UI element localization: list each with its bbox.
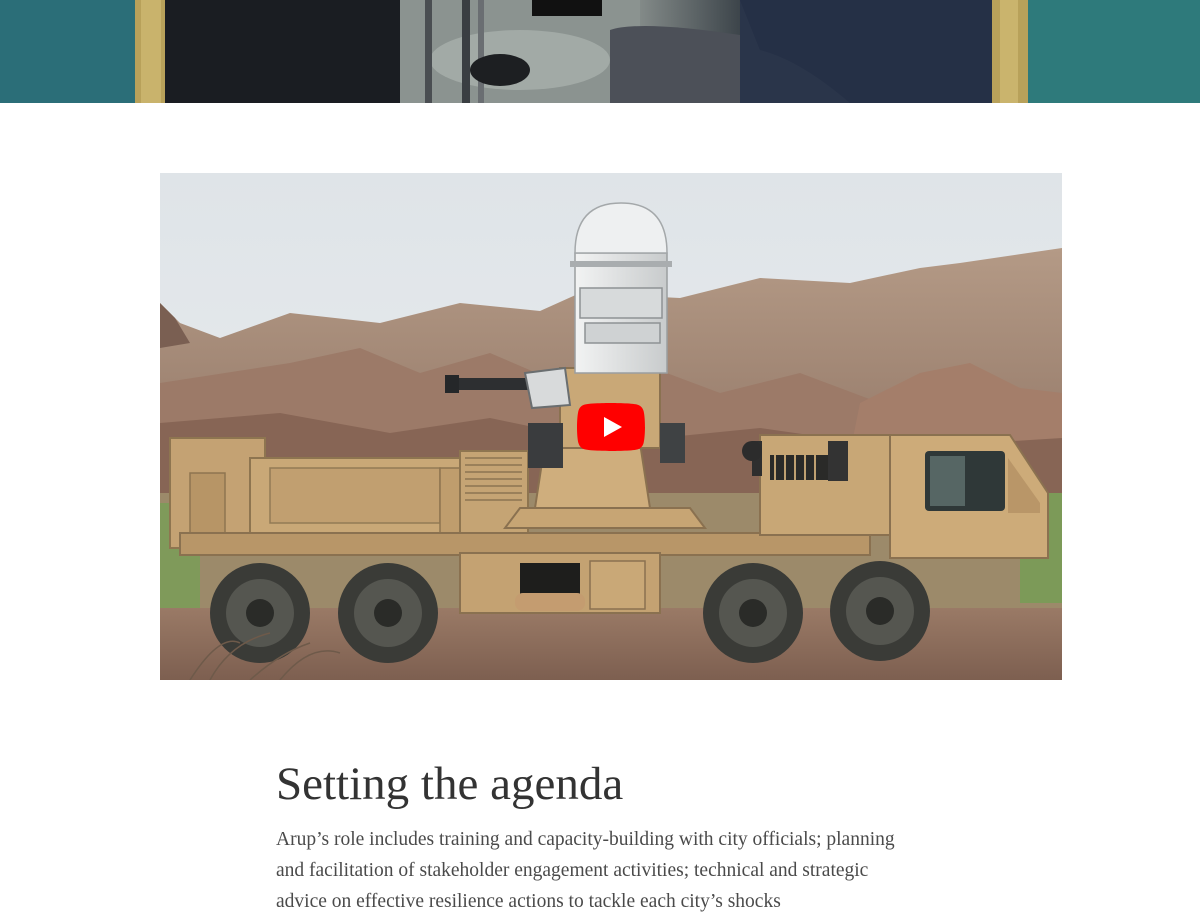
hero-photo — [0, 0, 1200, 103]
section-heading: Setting the agenda — [276, 758, 624, 810]
play-icon — [577, 403, 645, 451]
article-section: Setting the agenda Arup’s role includes … — [276, 756, 916, 917]
section-body: Arup’s role includes training and capaci… — [276, 829, 895, 912]
hero-image — [0, 0, 1200, 103]
video-embed[interactable] — [160, 173, 1062, 680]
play-button[interactable] — [577, 403, 645, 451]
